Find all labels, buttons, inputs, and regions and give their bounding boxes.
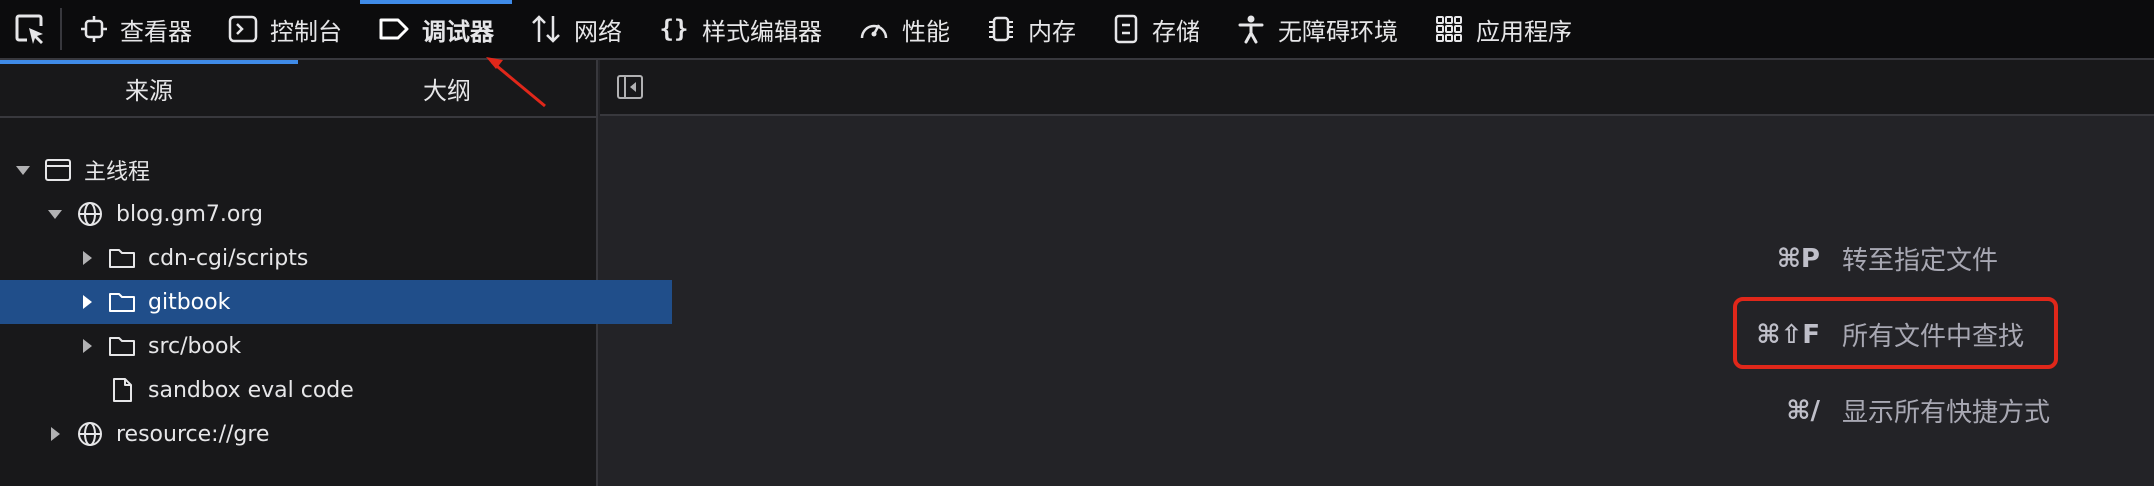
tab-debugger[interactable]: 调试器 xyxy=(360,0,512,58)
tab-label: 大纲 xyxy=(423,76,471,105)
tab-label: 无障碍环境 xyxy=(1278,17,1398,46)
tree-item-blog-gm7-org[interactable]: blog.gm7.org xyxy=(0,192,640,236)
accessibility-icon xyxy=(1238,15,1264,44)
memory-icon xyxy=(989,16,1013,42)
tab-sources[interactable]: 来源 xyxy=(0,60,298,116)
console-icon xyxy=(228,15,258,43)
editor-header xyxy=(600,60,2154,116)
globe-icon xyxy=(76,201,104,227)
toggle-sources-sidebar-button[interactable] xyxy=(616,74,644,104)
sources-panel-tabs: 来源 大纲 xyxy=(0,60,596,118)
debugger-icon xyxy=(379,18,409,40)
sidebar-collapse-icon xyxy=(617,75,643,99)
tab-style-editor[interactable]: {} 样式编辑器 xyxy=(640,0,840,58)
chevron-right-icon[interactable] xyxy=(76,335,98,357)
shortcut-key: ⌘/ xyxy=(1786,395,1820,426)
tree-item-label: resource://gre xyxy=(116,421,270,447)
shortcut-label: 转至指定文件 xyxy=(1842,246,1999,276)
tab-label: 性能 xyxy=(902,17,950,46)
tree-item-label: cdn-cgi/scripts xyxy=(148,245,309,271)
tab-label: 来源 xyxy=(125,76,173,105)
shortcut-show-all-shortcuts[interactable]: ⌘/ 显示所有快捷方式 xyxy=(1680,392,2050,429)
tab-storage[interactable]: 存储 xyxy=(1094,0,1218,58)
chevron-down-icon[interactable] xyxy=(44,203,66,225)
chevron-down-icon[interactable] xyxy=(12,159,34,181)
folder-icon xyxy=(108,333,136,359)
folder-icon xyxy=(108,245,136,271)
svg-text:{}: {} xyxy=(660,15,689,43)
tab-label: 存储 xyxy=(1152,17,1200,46)
storage-icon xyxy=(1114,14,1138,44)
tree-item-sandbox-eval-code[interactable]: sandbox eval code xyxy=(0,368,704,412)
element-picker-icon xyxy=(15,14,43,44)
tab-outline[interactable]: 大纲 xyxy=(298,60,596,116)
annotation-highlight-box xyxy=(1733,297,2058,369)
devtools-toolbar: 查看器 控制台 调试器 网络 {} 样式编辑器 性能 内存 存储 无障碍环境 应… xyxy=(0,0,2154,60)
window-icon xyxy=(44,157,72,183)
tab-label: 控制台 xyxy=(270,17,342,46)
folder-icon xyxy=(108,289,136,315)
tree-item-cdn-cgi-scripts[interactable]: cdn-cgi/scripts xyxy=(0,236,672,280)
network-icon xyxy=(532,15,560,43)
globe-icon xyxy=(76,421,104,447)
chevron-right-icon[interactable] xyxy=(76,247,98,269)
tab-performance[interactable]: 性能 xyxy=(840,0,968,58)
tab-application[interactable]: 应用程序 xyxy=(1416,0,1590,58)
tree-item-gitbook[interactable]: gitbook xyxy=(0,280,672,324)
inspector-icon xyxy=(81,16,107,42)
sources-panel: 来源 大纲 主线程 blog.gm7.org cdn-cgi/scripts g… xyxy=(0,60,672,486)
tab-label: 调试器 xyxy=(422,17,494,46)
tab-accessibility[interactable]: 无障碍环境 xyxy=(1218,0,1416,58)
tree-item-label: 主线程 xyxy=(84,160,151,185)
tree-item-main-thread[interactable]: 主线程 xyxy=(0,148,608,192)
shortcut-label: 显示所有快捷方式 xyxy=(1842,398,2051,428)
tab-label: 内存 xyxy=(1028,17,1076,46)
performance-icon xyxy=(860,24,888,39)
tree-item-label: blog.gm7.org xyxy=(116,201,263,227)
tab-label: 网络 xyxy=(574,17,622,46)
tree-item-label: gitbook xyxy=(148,289,231,315)
tab-network[interactable]: 网络 xyxy=(512,0,640,58)
tree-item-label: sandbox eval code xyxy=(148,377,354,403)
shortcut-go-to-file[interactable]: ⌘P 转至指定文件 xyxy=(1680,240,1998,277)
tab-label: 样式编辑器 xyxy=(702,17,822,46)
style-editor-icon: {} xyxy=(660,15,689,43)
chevron-right-icon[interactable] xyxy=(44,423,66,445)
tab-label: 查看器 xyxy=(120,17,192,46)
chevron-right-icon[interactable] xyxy=(76,291,98,313)
tab-inspector[interactable]: 查看器 xyxy=(62,0,210,58)
tree-item-src-book[interactable]: src/book xyxy=(0,324,672,368)
file-icon xyxy=(108,377,136,403)
tab-memory[interactable]: 内存 xyxy=(968,0,1094,58)
tree-item-label: src/book xyxy=(148,333,242,359)
tree-item-resource-gre[interactable]: resource://gre xyxy=(0,412,640,456)
tab-label: 应用程序 xyxy=(1476,17,1572,46)
tab-console[interactable]: 控制台 xyxy=(210,0,360,58)
application-icon xyxy=(1436,16,1462,42)
element-picker-button[interactable] xyxy=(0,8,62,50)
shortcut-key: ⌘P xyxy=(1776,243,1820,274)
